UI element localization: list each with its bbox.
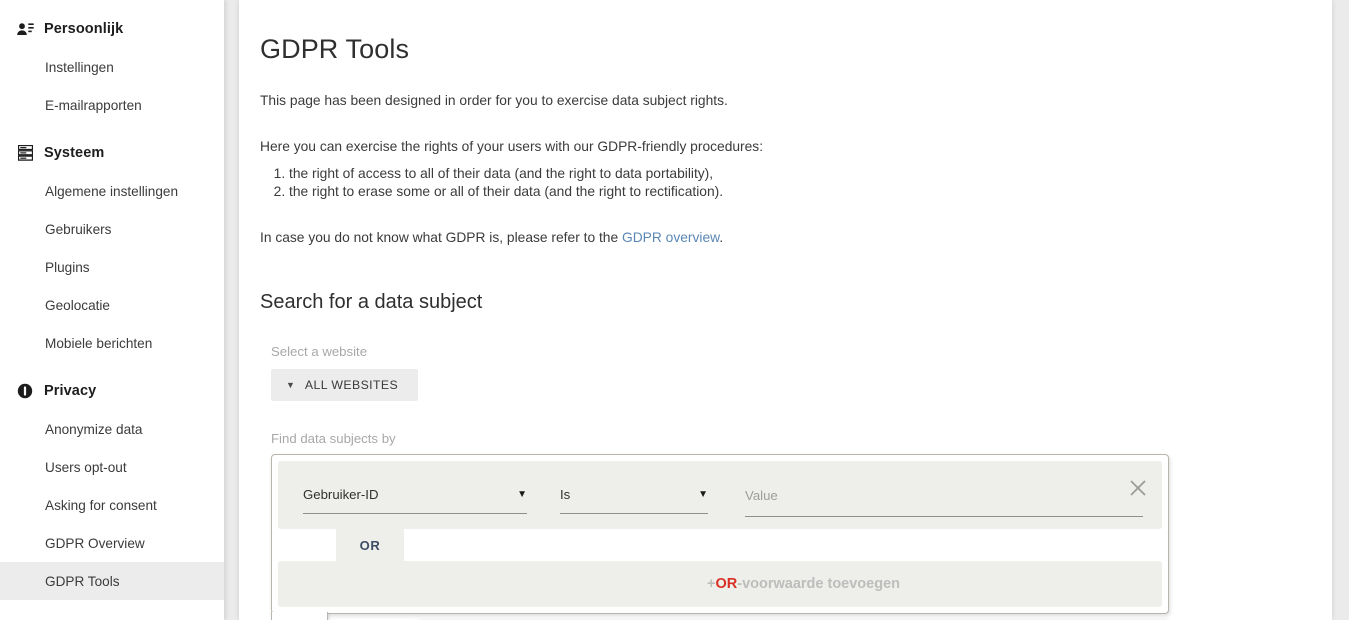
condition-field-select[interactable]: Gebruiker-ID ▼ bbox=[303, 487, 527, 515]
search-section-title: Search for a data subject bbox=[260, 291, 483, 314]
sidebar-group-privacy: Privacy bbox=[0, 372, 224, 410]
add-or-condition-button[interactable]: + OR -voorwaarde toevoegen bbox=[278, 561, 1162, 608]
gdpr-overview-link[interactable]: GDPR overview bbox=[622, 230, 719, 245]
select-website-label: Select a website bbox=[271, 344, 368, 360]
condition-operator-value: Is bbox=[560, 487, 571, 503]
sidebar-item-mobiele-berichten[interactable]: Mobiele berichten bbox=[0, 324, 224, 362]
and-connector-box-left bbox=[271, 612, 328, 620]
condition-operator-select[interactable]: Is ▼ bbox=[560, 487, 708, 515]
sidebar-item-geolocatie[interactable]: Geolocatie bbox=[0, 286, 224, 324]
add-or-emphasis: OR bbox=[715, 576, 738, 593]
condition-value-placeholder: Value bbox=[745, 488, 778, 504]
chevron-down-icon: ▼ bbox=[517, 489, 527, 501]
condition-row: Gebruiker-ID ▼ Is ▼ Value bbox=[278, 461, 1162, 530]
sidebar-item-label: Instellingen bbox=[45, 59, 114, 75]
close-icon[interactable] bbox=[1128, 478, 1148, 498]
or-connector-gap-right bbox=[404, 529, 1162, 562]
sidebar-item-label: Asking for consent bbox=[45, 497, 157, 513]
or-operator-badge: OR bbox=[336, 529, 404, 562]
server-stack-icon bbox=[14, 143, 36, 163]
condition-value-input[interactable]: Value bbox=[745, 487, 1143, 518]
sidebar-item-gebruikers[interactable]: Gebruikers bbox=[0, 210, 224, 248]
sidebar-item-label: Gebruikers bbox=[45, 221, 112, 237]
caret-down-icon: ▼ bbox=[286, 379, 295, 390]
sidebar-item-label: Anonymize data bbox=[45, 421, 143, 437]
refer-paragraph: In case you do not know what GDPR is, pl… bbox=[260, 229, 1311, 248]
add-or-rest: -voorwaarde toevoegen bbox=[737, 576, 900, 593]
sidebar-item-users-opt-out[interactable]: Users opt-out bbox=[0, 448, 224, 486]
sidebar-group-label: Privacy bbox=[44, 383, 97, 399]
sidebar-item-anonymize-data[interactable]: Anonymize data bbox=[0, 410, 224, 448]
website-selector-value: ALL WEBSITES bbox=[304, 378, 399, 393]
sidebar-item-label: Mobiele berichten bbox=[45, 335, 153, 351]
or-operator-label: OR bbox=[359, 537, 381, 553]
main-content-panel: GDPR Tools This page has been designed i… bbox=[239, 0, 1332, 620]
sidebar-group-systeem: Systeem bbox=[0, 134, 224, 172]
find-data-subjects-label: Find data subjects by bbox=[271, 431, 396, 447]
sidebar-item-label: Algemene instellingen bbox=[45, 183, 179, 199]
website-selector[interactable]: ▼ ALL WEBSITES bbox=[271, 369, 419, 402]
chevron-down-icon: ▼ bbox=[698, 489, 708, 501]
refer-suffix: . bbox=[719, 229, 724, 245]
sidebar-item-label: Users opt-out bbox=[45, 459, 127, 475]
sidebar-item-e-mailrapporten[interactable]: E-mailrapporten bbox=[0, 86, 224, 124]
intro-paragraph-1: This page has been designed in order for… bbox=[260, 93, 728, 108]
or-connector-gap-left bbox=[278, 529, 336, 562]
rights-list: the right of access to all of their data… bbox=[260, 165, 1311, 201]
sidebar-group-label: Systeem bbox=[44, 145, 105, 161]
sidebar-group-persoonlijk: Persoonlijk bbox=[0, 10, 224, 48]
page-title: GDPR Tools bbox=[260, 34, 410, 64]
sidebar-item-label: Plugins bbox=[45, 259, 90, 275]
or-condition-group: Gebruiker-ID ▼ Is ▼ Value OR + OR -voorw… bbox=[271, 454, 1169, 615]
sidebar-item-label: E-mailrapporten bbox=[45, 97, 142, 113]
sidebar-item-plugins[interactable]: Plugins bbox=[0, 248, 224, 286]
refer-prefix: In case you do not know what GDPR is, pl… bbox=[260, 229, 622, 245]
list-item: the right of access to all of their data… bbox=[289, 165, 1311, 183]
sidebar-item-label: GDPR Overview bbox=[45, 535, 145, 551]
plus-icon: + bbox=[707, 576, 716, 593]
sidebar: Persoonlijk Instellingen E-mailrapporten… bbox=[0, 0, 224, 620]
sidebar-item-label: GDPR Tools bbox=[45, 573, 120, 589]
sidebar-item-label: Geolocatie bbox=[45, 297, 110, 313]
user-card-icon bbox=[14, 19, 36, 39]
sidebar-item-asking-for-consent[interactable]: Asking for consent bbox=[0, 486, 224, 524]
list-item: the right to erase some or all of their … bbox=[289, 183, 1311, 201]
sidebar-group-label: Persoonlijk bbox=[44, 21, 124, 37]
sidebar-item-instellingen[interactable]: Instellingen bbox=[0, 48, 224, 86]
or-connector: OR bbox=[278, 529, 1162, 562]
privacy-lock-icon bbox=[14, 381, 36, 401]
sidebar-item-algemene-instellingen[interactable]: Algemene instellingen bbox=[0, 172, 224, 210]
condition-field-value: Gebruiker-ID bbox=[303, 487, 379, 503]
sidebar-item-gdpr-overview[interactable]: GDPR Overview bbox=[0, 524, 224, 562]
intro-paragraph-2: Here you can exercise the rights of your… bbox=[260, 138, 764, 154]
sidebar-item-gdpr-tools[interactable]: GDPR Tools bbox=[0, 562, 224, 600]
